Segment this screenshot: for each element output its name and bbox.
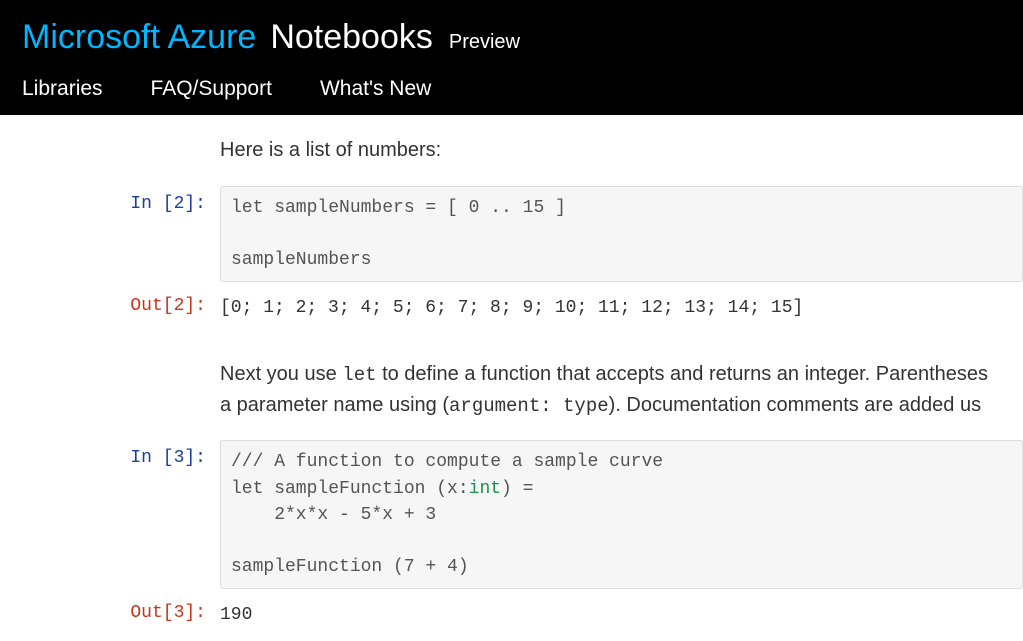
code-cell-in-2[interactable]: In [2]: let sampleNumbers = [ 0 .. 15 ] … [70,186,1023,282]
output-cell-2: Out[2]: [0; 1; 2; 3; 4; 5; 6; 7; 8; 9; 1… [70,288,1023,329]
md2-code-argtype: argument: type [449,395,609,417]
nav-faq[interactable]: FAQ/Support [151,77,272,101]
output-block-2: [0; 1; 2; 3; 4; 5; 6; 7; 8; 9; 10; 11; 1… [220,288,1023,329]
nav-row: Libraries FAQ/Support What's New [22,77,1001,115]
output-block-3: 190 [220,595,1023,636]
app-header: Microsoft Azure Notebooks Preview Librar… [0,0,1023,115]
output-cell-3: Out[3]: 190 [70,595,1023,636]
code-cell-in-3[interactable]: In [3]: /// A function to compute a samp… [70,440,1023,588]
nav-libraries[interactable]: Libraries [22,77,103,101]
brand-azure[interactable]: Microsoft Azure [22,18,256,57]
markdown-cell-1: Here is a list of numbers: [220,139,1023,162]
brand-notebooks: Notebooks [270,18,433,57]
md2-text-c: a parameter name using ( [220,394,449,416]
md2-text-d: ). Documentation comments are added us [609,394,981,416]
code-block-2[interactable]: let sampleNumbers = [ 0 .. 15 ] sampleNu… [220,186,1023,282]
md2-text-b: to define a function that accepts and re… [377,363,989,385]
prompt-out-2: Out[2]: [70,288,220,316]
prompt-out-3: Out[3]: [70,595,220,623]
prompt-in-2: In [2]: [70,186,220,214]
nav-whatsnew[interactable]: What's New [320,77,431,101]
brand-preview: Preview [449,31,520,54]
code-block-3[interactable]: /// A function to compute a sample curve… [220,440,1023,588]
notebook-area: Here is a list of numbers: In [2]: let s… [0,115,1023,636]
markdown-cell-2: Next you use let to define a function th… [220,359,1023,420]
md2-code-let: let [342,364,376,386]
brand-row: Microsoft Azure Notebooks Preview [22,18,1001,57]
md2-text-a: Next you use [220,363,342,385]
prompt-in-3: In [3]: [70,440,220,468]
